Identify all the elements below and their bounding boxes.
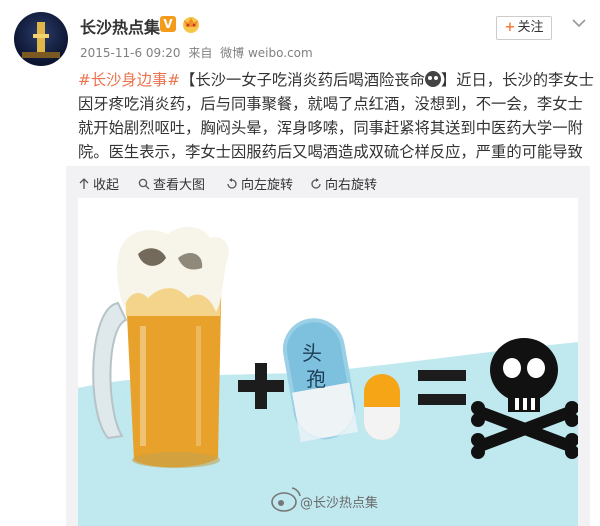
follow-label: 关注 xyxy=(517,20,544,35)
source-prefix: 来自 xyxy=(188,46,213,60)
avatar[interactable] xyxy=(14,12,68,66)
hashtag-link[interactable]: #长沙身边事# xyxy=(78,71,180,89)
user-name[interactable]: 长沙热点集 xyxy=(80,14,160,38)
view-large-label: 查看大图 xyxy=(153,178,206,193)
view-large-button[interactable]: 查看大图 xyxy=(138,174,205,193)
beer-plus-pill-equals-skull-illustration: 头 孢 @长沙热点集 xyxy=(78,226,578,526)
avatar-base-shape xyxy=(22,52,60,58)
post-image[interactable]: 头 孢 @长沙热点集 xyxy=(78,198,578,526)
collapse-button[interactable]: 收起 xyxy=(78,174,119,193)
pill-text-1: 头 xyxy=(302,341,322,365)
media-panel: 收起 查看大图 向左旋转 向右旋转 头 孢 @长沙热点集 xyxy=(66,166,590,526)
post-title-close: 】 xyxy=(440,71,457,89)
follow-button[interactable]: + 关注 xyxy=(496,16,552,40)
verified-badge-icon[interactable]: V xyxy=(160,16,176,32)
vip-crown-icon[interactable] xyxy=(180,14,202,34)
rotate-right-label: 向右旋转 xyxy=(325,178,378,193)
skull-emoji-icon xyxy=(424,71,441,87)
avatar-tower-shape xyxy=(33,22,49,52)
source-link[interactable]: 微博 weibo.com xyxy=(220,46,313,60)
plus-icon: + xyxy=(504,20,516,35)
rotate-left-button[interactable]: 向左旋转 xyxy=(226,174,293,193)
collapse-label: 收起 xyxy=(93,178,120,193)
post-meta: 2015-11-6 09:20 来自 微博 weibo.com xyxy=(80,44,317,61)
pill-text-2: 孢 xyxy=(306,367,326,391)
image-watermark: @长沙热点集 xyxy=(300,495,378,511)
rotate-right-icon xyxy=(311,178,321,189)
rotate-right-button[interactable]: 向右旋转 xyxy=(310,174,377,193)
rotate-left-icon xyxy=(227,178,237,189)
post-title: 【长沙一女子吃消炎药后喝酒险丧命 xyxy=(180,71,425,89)
chevron-down-icon[interactable] xyxy=(572,18,586,28)
magnifier-icon xyxy=(138,178,150,190)
arrow-up-icon xyxy=(79,178,89,189)
media-toolbar: 收起 查看大图 向左旋转 向右旋转 xyxy=(66,166,590,196)
rotate-left-label: 向左旋转 xyxy=(241,178,294,193)
post-timestamp[interactable]: 2015-11-6 09:20 xyxy=(80,46,181,60)
